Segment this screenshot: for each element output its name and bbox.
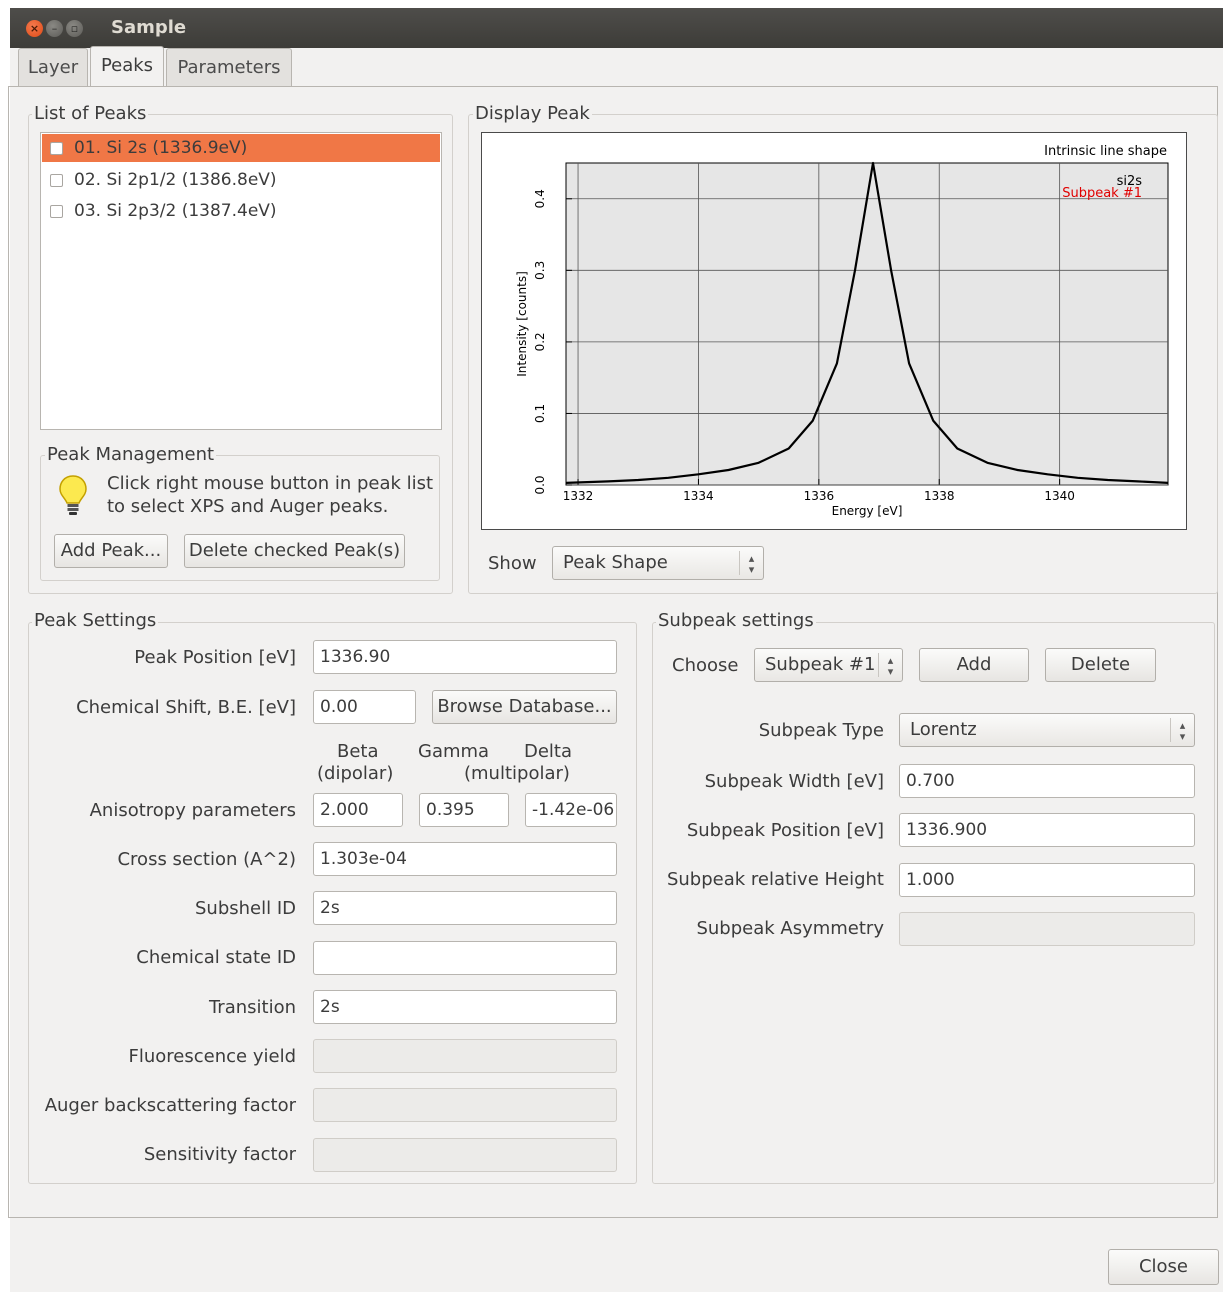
spinner-arrows-icon: ▴ ▾ [878, 653, 902, 677]
peak-label: 02. Si 2p1/2 (1386.8eV) [74, 170, 277, 190]
anisotropy-label: Anisotropy parameters [89, 800, 296, 821]
lightbulb-icon [59, 475, 87, 515]
subpeak-type-value: Lorentz [910, 719, 977, 740]
chemical-state-id-label: Chemical state ID [136, 947, 296, 968]
x-tick-label: 1338 [924, 489, 955, 503]
checkbox[interactable] [50, 174, 63, 187]
minimize-window-icon[interactable]: – [46, 20, 63, 37]
y-tick-label: 0.2 [533, 332, 547, 351]
x-tick-label: 1340 [1044, 489, 1075, 503]
peak-label: 01. Si 2s (1336.9eV) [74, 138, 248, 158]
peak-chart: 1332 1334 1336 1338 1340 0.0 0.1 0.2 0.3 0.4 Energ… [481, 132, 1187, 530]
tab-peaks[interactable]: Peaks [90, 46, 164, 86]
subpeak-position-field[interactable]: 1336.900 [899, 813, 1195, 847]
peak-label: 03. Si 2p3/2 (1387.4eV) [74, 201, 277, 221]
delete-checked-peaks-button[interactable]: Delete checked Peak(s) [184, 534, 405, 568]
x-tick-label: 1334 [683, 489, 714, 503]
subpeak-relative-height-label: Subpeak relative Height [666, 869, 884, 890]
peak-list[interactable]: 01. Si 2s (1336.9eV) 02. Si 2p1/2 (1386.… [40, 132, 442, 430]
delete-subpeak-button[interactable]: Delete [1045, 648, 1156, 682]
checkbox[interactable] [50, 142, 63, 155]
window-title: Sample [111, 17, 187, 38]
subshell-id-field[interactable]: 2s [313, 891, 617, 925]
show-label: Show [488, 553, 537, 574]
y-axis-label: Intensity [counts] [515, 271, 529, 377]
peak-management-title: Peak Management [45, 444, 217, 465]
chemical-shift-label: Chemical Shift, B.E. [eV] [76, 697, 296, 718]
transition-field[interactable]: 2s [313, 990, 617, 1024]
cross-section-field[interactable]: 1.303e-04 [313, 842, 617, 876]
auger-backscattering-label: Auger backscattering factor [44, 1095, 296, 1116]
maximize-window-icon[interactable]: ▫ [66, 20, 83, 37]
subshell-id-label: Subshell ID [194, 898, 296, 919]
subpeak-width-field[interactable]: 0.700 [899, 764, 1195, 798]
plot-area [565, 162, 1169, 486]
close-window-icon[interactable]: × [26, 20, 43, 37]
list-item[interactable]: 01. Si 2s (1336.9eV) [42, 134, 440, 162]
subpeak-settings-group [652, 622, 1215, 1184]
subpeak-type-label: Subpeak Type [758, 720, 884, 741]
choose-subpeak-select[interactable]: Subpeak #1 ▴ ▾ [754, 648, 903, 682]
beta-label: Beta [337, 741, 379, 762]
subpeak-asymmetry-field [899, 912, 1195, 946]
list-item[interactable]: 03. Si 2p3/2 (1387.4eV) [42, 197, 440, 225]
sensitivity-factor-field [313, 1138, 617, 1172]
choose-subpeak-value: Subpeak #1 [765, 654, 876, 675]
y-tick-label: 0.4 [533, 189, 547, 208]
show-select[interactable]: Peak Shape ▴ ▾ [552, 546, 764, 580]
choose-label: Choose [672, 655, 739, 676]
peak-position-label: Peak Position [eV] [134, 647, 296, 668]
gamma-field[interactable]: 0.395 [419, 793, 509, 827]
subpeak-position-label: Subpeak Position [eV] [686, 820, 884, 841]
close-button[interactable]: Close [1108, 1249, 1219, 1285]
beta-field[interactable]: 2.000 [313, 793, 403, 827]
delta-field[interactable]: -1.42e-06 [525, 793, 617, 827]
peak-chart-svg: 1332 1334 1336 1338 1340 0.0 0.1 0.2 0.3 0.4 Energ… [515, 144, 1169, 518]
y-tick-label: 0.3 [533, 261, 547, 280]
fluorescence-yield-field [313, 1039, 617, 1073]
y-tick-label: 0.0 [533, 475, 547, 494]
subpeak-settings-title: Subpeak settings [656, 610, 816, 631]
y-tick-label: 0.1 [533, 404, 547, 423]
chemical-shift-field[interactable]: 0.00 [313, 690, 416, 724]
subpeak-type-select[interactable]: Lorentz ▴ ▾ [899, 713, 1195, 747]
dipolar-label: (dipolar) [317, 763, 394, 784]
cross-section-label: Cross section (A^2) [117, 849, 296, 870]
spinner-arrows-icon: ▴ ▾ [1170, 718, 1194, 742]
chemical-state-id-field[interactable] [313, 941, 617, 975]
auger-backscattering-field [313, 1088, 617, 1122]
list-of-peaks-title: List of Peaks [32, 103, 149, 124]
sensitivity-factor-label: Sensitivity factor [143, 1144, 296, 1165]
title-bar: × – ▫ Sample [10, 8, 1223, 48]
multipolar-label: (multipolar) [464, 763, 570, 784]
transition-label: Transition [208, 997, 296, 1018]
gamma-label: Gamma [418, 741, 490, 762]
list-item[interactable]: 02. Si 2p1/2 (1386.8eV) [42, 166, 440, 194]
chart-title: Intrinsic line shape [1044, 144, 1167, 159]
peak-settings-title: Peak Settings [32, 610, 159, 631]
tab-layer[interactable]: Layer [18, 48, 88, 86]
hint-line-1: Click right mouse button in peak list [107, 473, 434, 494]
fluorescence-yield-label: Fluorescence yield [128, 1046, 296, 1067]
spinner-arrows-icon: ▴ ▾ [739, 551, 763, 575]
subpeak-asymmetry-label: Subpeak Asymmetry [696, 918, 884, 939]
peak-position-field[interactable]: 1336.90 [313, 640, 617, 674]
subpeak-relative-height-field[interactable]: 1.000 [899, 863, 1195, 897]
checkbox[interactable] [50, 205, 63, 218]
x-tick-label: 1332 [563, 489, 594, 503]
legend-entry: Subpeak #1 [1062, 186, 1142, 201]
subpeak-width-label: Subpeak Width [eV] [704, 771, 884, 792]
x-axis-label: Energy [eV] [832, 504, 903, 518]
show-select-value: Peak Shape [563, 552, 668, 573]
delta-label: Delta [524, 741, 573, 762]
add-peak-button[interactable]: Add Peak... [54, 534, 168, 568]
add-subpeak-button[interactable]: Add [919, 648, 1029, 682]
browse-database-button[interactable]: Browse Database... [432, 690, 617, 724]
x-tick-label: 1336 [804, 489, 835, 503]
display-peak-title: Display Peak [473, 103, 592, 124]
tab-parameters[interactable]: Parameters [166, 48, 292, 86]
hint-line-2: to select XPS and Auger peaks. [107, 496, 389, 517]
